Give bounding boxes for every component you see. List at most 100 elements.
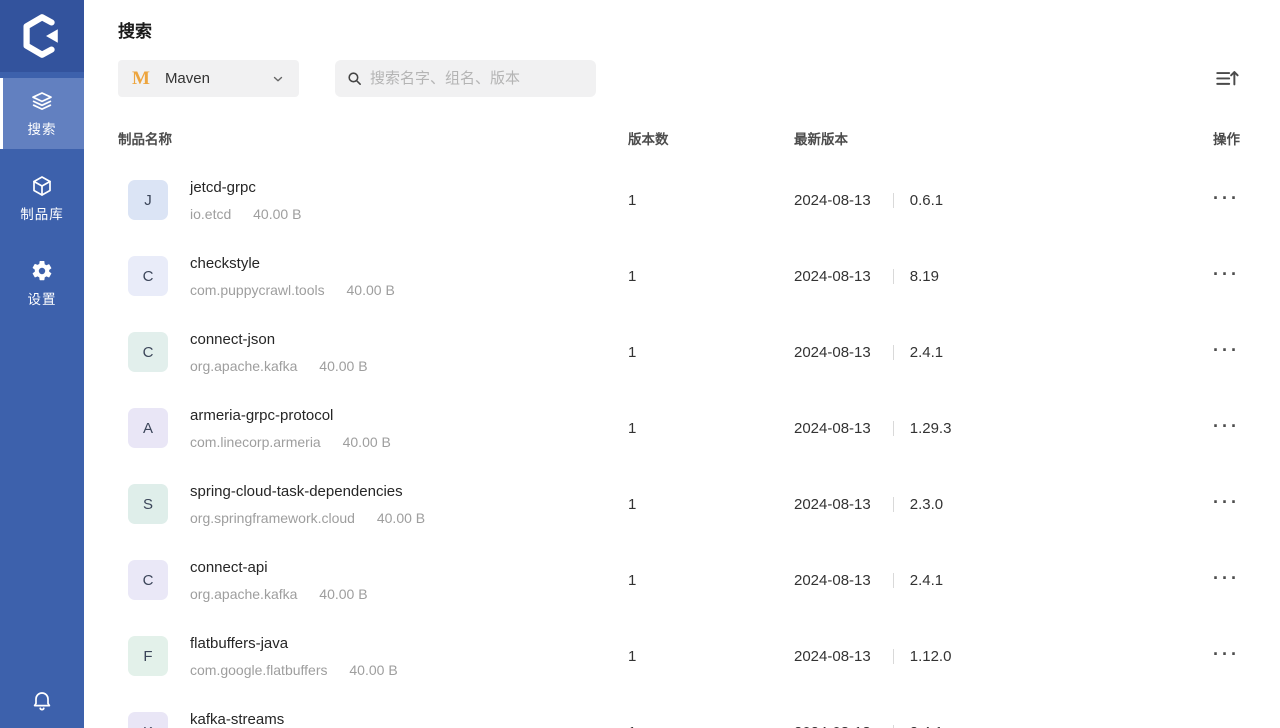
avatar-initial: A [143, 420, 153, 437]
version-count: 1 [628, 268, 794, 285]
artifact-name-cell: K kafka-streams org.apache.kafka 40.00 B [118, 711, 628, 728]
actions-cell: ··· [1184, 571, 1240, 589]
table-row[interactable]: C checkstyle com.puppycrawl.tools 40.00 … [118, 238, 1240, 314]
table-row[interactable]: C connect-api org.apache.kafka 40.00 B 1… [118, 542, 1240, 618]
version-divider [893, 345, 894, 360]
more-actions-button[interactable]: ··· [1213, 419, 1240, 433]
version-divider [893, 573, 894, 588]
artifact-avatar: F [128, 636, 168, 676]
notifications-button[interactable] [0, 688, 84, 712]
table-row[interactable]: C connect-json org.apache.kafka 40.00 B … [118, 314, 1240, 390]
table-row[interactable]: K kafka-streams org.apache.kafka 40.00 B… [118, 694, 1240, 728]
latest-version-cell: 2024-08-13 0.6.1 [794, 192, 1184, 209]
latest-version-cell: 2024-08-13 2.4.1 [794, 572, 1184, 589]
table-row[interactable]: F flatbuffers-java com.google.flatbuffer… [118, 618, 1240, 694]
artifact-subline: org.springframework.cloud 40.00 B [190, 510, 425, 526]
more-actions-button[interactable]: ··· [1213, 267, 1240, 281]
artifact-name-cell: C connect-api org.apache.kafka 40.00 B [118, 559, 628, 602]
version-count: 1 [628, 572, 794, 589]
latest-date: 2024-08-13 [794, 648, 871, 665]
latest-version-cell: 2024-08-13 1.29.3 [794, 420, 1184, 437]
sidebar-item-artifact-repo[interactable]: 制品库 [0, 163, 84, 234]
layers-icon [30, 89, 54, 113]
artifact-text: flatbuffers-java com.google.flatbuffers … [190, 635, 398, 678]
column-header-versions: 版本数 [628, 128, 794, 148]
version-count: 1 [628, 648, 794, 665]
artifact-name[interactable]: armeria-grpc-protocol [190, 407, 391, 425]
actions-cell: ··· [1184, 723, 1240, 728]
actions-cell: ··· [1184, 647, 1240, 665]
table-body: J jetcd-grpc io.etcd 40.00 B 1 2024-08-1… [118, 162, 1240, 728]
sidebar-item-label: 制品库 [20, 203, 64, 223]
version-divider [893, 269, 894, 284]
artifact-name[interactable]: kafka-streams [190, 711, 368, 728]
repo-type-select[interactable]: M Maven [118, 60, 299, 97]
latest-version-cell: 2024-08-13 2.4.1 [794, 344, 1184, 361]
maven-logo-icon: M [132, 68, 150, 90]
artifact-subline: com.google.flatbuffers 40.00 B [190, 662, 398, 678]
artifact-name-cell: C connect-json org.apache.kafka 40.00 B [118, 331, 628, 374]
artifact-group: org.springframework.cloud [190, 510, 355, 526]
sidebar: 搜索 制品库 设置 [0, 0, 84, 728]
more-actions-button[interactable]: ··· [1213, 723, 1240, 728]
more-actions-button[interactable]: ··· [1213, 191, 1240, 205]
version-divider [893, 649, 894, 664]
sort-list-button[interactable] [1214, 66, 1240, 92]
more-actions-button[interactable]: ··· [1213, 343, 1240, 357]
artifact-text: armeria-grpc-protocol com.linecorp.armer… [190, 407, 391, 450]
artifact-name[interactable]: connect-api [190, 559, 368, 577]
artifact-name[interactable]: spring-cloud-task-dependencies [190, 483, 425, 501]
version-divider [893, 725, 894, 728]
artifact-name-cell: S spring-cloud-task-dependencies org.spr… [118, 483, 628, 526]
more-actions-button[interactable]: ··· [1213, 571, 1240, 585]
artifact-avatar: C [128, 560, 168, 600]
latest-version: 1.12.0 [910, 648, 952, 665]
artifact-name[interactable]: flatbuffers-java [190, 635, 398, 653]
latest-version-cell: 2024-08-13 2.3.0 [794, 496, 1184, 513]
latest-date: 2024-08-13 [794, 724, 871, 728]
artifact-avatar: S [128, 484, 168, 524]
sidebar-item-settings[interactable]: 设置 [0, 248, 84, 319]
latest-date: 2024-08-13 [794, 572, 871, 589]
search-input[interactable] [370, 70, 580, 87]
avatar-initial: C [143, 344, 154, 361]
artifact-group: com.google.flatbuffers [190, 662, 328, 678]
artifact-subline: org.apache.kafka 40.00 B [190, 358, 368, 374]
side-nav: 搜索 制品库 设置 [0, 78, 84, 319]
actions-cell: ··· [1184, 419, 1240, 437]
artifact-name[interactable]: checkstyle [190, 255, 395, 273]
artifact-text: kafka-streams org.apache.kafka 40.00 B [190, 711, 368, 728]
artifact-avatar: C [128, 256, 168, 296]
avatar-initial: J [144, 192, 152, 209]
version-divider [893, 497, 894, 512]
latest-version: 0.6.1 [910, 192, 943, 209]
artifact-size: 40.00 B [343, 434, 391, 450]
version-divider [893, 421, 894, 436]
sidebar-item-search[interactable]: 搜索 [0, 78, 84, 149]
table-row[interactable]: S spring-cloud-task-dependencies org.spr… [118, 466, 1240, 542]
actions-cell: ··· [1184, 267, 1240, 285]
sort-ascending-icon [1214, 66, 1240, 92]
more-actions-button[interactable]: ··· [1213, 647, 1240, 661]
artifact-name-cell: F flatbuffers-java com.google.flatbuffer… [118, 635, 628, 678]
sidebar-item-label: 搜索 [28, 118, 57, 138]
artifact-size: 40.00 B [349, 662, 397, 678]
artifact-name[interactable]: connect-json [190, 331, 368, 349]
table-row[interactable]: A armeria-grpc-protocol com.linecorp.arm… [118, 390, 1240, 466]
actions-cell: ··· [1184, 495, 1240, 513]
table-row[interactable]: J jetcd-grpc io.etcd 40.00 B 1 2024-08-1… [118, 162, 1240, 238]
app-logo[interactable] [0, 0, 84, 72]
artifact-text: connect-api org.apache.kafka 40.00 B [190, 559, 368, 602]
page-title: 搜索 [118, 22, 1240, 42]
artifact-subline: com.puppycrawl.tools 40.00 B [190, 282, 395, 298]
artifact-name[interactable]: jetcd-grpc [190, 179, 301, 197]
latest-version: 2.4.1 [910, 572, 943, 589]
artifact-name-cell: C checkstyle com.puppycrawl.tools 40.00 … [118, 255, 628, 298]
main-content: 搜索 M Maven [84, 0, 1280, 728]
latest-date: 2024-08-13 [794, 420, 871, 437]
latest-version-cell: 2024-08-13 8.19 [794, 268, 1184, 285]
artifact-group: org.apache.kafka [190, 358, 297, 374]
artifact-avatar: C [128, 332, 168, 372]
more-actions-button[interactable]: ··· [1213, 495, 1240, 509]
artifact-text: jetcd-grpc io.etcd 40.00 B [190, 179, 301, 222]
